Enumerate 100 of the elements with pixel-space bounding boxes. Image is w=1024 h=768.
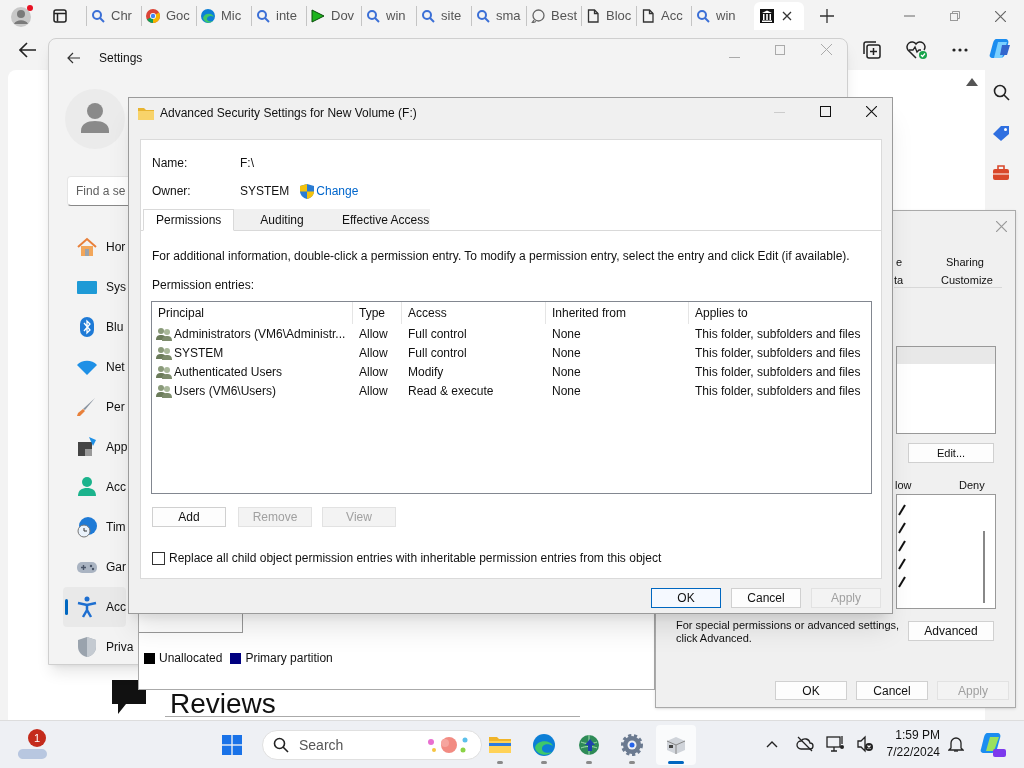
table-cell-text: Modify [407, 363, 445, 381]
browser-tab[interactable]: inte [251, 6, 306, 26]
table-cell-text: Full control [407, 325, 468, 343]
action-button[interactable]: Add [152, 507, 226, 527]
search-icon[interactable] [993, 84, 1010, 101]
shield-icon [76, 636, 98, 658]
search-icon [476, 9, 490, 23]
field-label: Owner: [152, 183, 192, 200]
table-cell-text: Allow [358, 325, 389, 343]
nav-item[interactable]: Sys [63, 267, 126, 307]
table-cell-text: Allow [358, 382, 389, 400]
network-icon[interactable] [826, 735, 846, 753]
browser-tab[interactable] [754, 2, 804, 30]
profile-icon[interactable] [10, 4, 34, 28]
nav-item[interactable]: Priva [63, 627, 134, 667]
bell-icon[interactable] [948, 735, 964, 753]
table-cell-text: This folder, subfolders and files [694, 363, 862, 381]
legend-label: Unallocated [159, 650, 223, 667]
collections-icon[interactable] [862, 40, 882, 60]
column-header[interactable]: Inherited from [546, 302, 689, 324]
table-cell-text: Administrators (VM6\Administr... [174, 325, 346, 343]
restore-icon[interactable] [950, 11, 960, 21]
nav-item[interactable]: Per [63, 387, 125, 427]
avatar-icon[interactable] [65, 89, 125, 149]
play-icon [311, 9, 325, 23]
clock[interactable]: 1:59 PM 7/22/2024 [870, 727, 940, 761]
close-icon[interactable] [782, 11, 792, 21]
section-label: Permission entries: [152, 277, 256, 294]
tag-icon[interactable] [992, 125, 1010, 141]
dialog-tab[interactable]: Effective Access [330, 209, 430, 230]
new-tab-icon[interactable] [820, 9, 834, 23]
users-icon [156, 326, 172, 341]
nav-item[interactable]: Acc [63, 467, 126, 507]
more-icon[interactable] [952, 48, 968, 52]
checkbox-label: Replace all child object permission entries with inheritable permission entries from this object [169, 550, 662, 567]
chevron-up-icon[interactable] [766, 741, 778, 748]
back-icon[interactable] [19, 42, 37, 58]
info-text: For additional information, double-click a permission entry. To modify a permission entry, select the entry and click Edit (if available). [152, 248, 851, 265]
back-icon[interactable] [67, 52, 81, 64]
column-header[interactable]: Access [402, 302, 546, 324]
heart-pulse-icon[interactable] [906, 40, 928, 60]
window-title: Advanced Security Settings for New Volume (F:) [160, 105, 417, 122]
globe-icon [577, 733, 601, 757]
dialog-tab[interactable]: Permissions [143, 209, 234, 231]
browser-tab[interactable]: sma [471, 6, 526, 26]
browser-tab[interactable]: Acc [636, 6, 691, 26]
change-link[interactable]: Change [316, 182, 359, 200]
dialog-tab[interactable]: e [896, 254, 903, 271]
close-icon[interactable] [866, 106, 877, 117]
table-cell-text: None [551, 344, 582, 362]
taskbar-app[interactable] [656, 725, 696, 765]
browser-tab[interactable]: Mic [196, 6, 251, 26]
nav-item[interactable]: Tim [63, 507, 126, 547]
dialog-tab[interactable]: Customize [941, 272, 993, 289]
cloud-off-icon[interactable] [796, 735, 814, 753]
document-icon [641, 9, 655, 23]
browser-tab[interactable]: site [416, 6, 471, 26]
dialog-button[interactable]: OK [651, 588, 721, 608]
browser-tab[interactable]: Chr [86, 6, 141, 26]
toolbox-icon[interactable] [992, 165, 1010, 181]
chrome-icon [146, 9, 160, 23]
table-cell-text: This folder, subfolders and files [694, 344, 862, 362]
nav-item[interactable]: Gar [63, 547, 126, 587]
dialog-tab[interactable]: ta [894, 272, 904, 289]
table-cell-text: Allow [358, 363, 389, 381]
column-header[interactable]: Applies to [689, 302, 871, 324]
maximize-icon[interactable] [820, 106, 831, 117]
copilot-icon[interactable] [979, 731, 1007, 759]
dialog-tab[interactable]: Sharing [946, 254, 984, 271]
dialog-button[interactable]: OK [775, 681, 847, 700]
scroll-up-icon[interactable] [966, 78, 978, 86]
browser-tab[interactable]: Bloc [581, 6, 636, 26]
speaker-muted-icon[interactable] [856, 735, 874, 753]
nav-item[interactable]: Acc [63, 587, 126, 627]
dialog-tab[interactable]: Auditing [234, 209, 330, 230]
search-icon [696, 9, 710, 23]
nav-item[interactable]: Net [63, 347, 125, 387]
nav-item[interactable]: Blu [63, 307, 124, 347]
nav-item[interactable]: App [63, 427, 128, 467]
dialog-button[interactable]: Cancel [856, 681, 928, 700]
search-field[interactable]: Search [262, 730, 482, 760]
nav-item[interactable]: Hor [63, 227, 126, 267]
table-cell-text: Read & execute [407, 382, 495, 400]
column-header[interactable]: Type [353, 302, 402, 324]
column-header[interactable]: Principal [152, 302, 353, 324]
checkbox[interactable] [152, 551, 165, 565]
advanced-button[interactable]: Advanced [908, 621, 994, 641]
dialog-button[interactable]: Cancel [731, 588, 801, 608]
browser-tab[interactable]: Best [526, 6, 581, 26]
browser-tab[interactable]: win [361, 6, 416, 26]
tab-actions-icon[interactable] [53, 9, 67, 23]
users-icon [156, 383, 172, 398]
users-icon [156, 345, 172, 360]
column-header: Deny [959, 478, 985, 493]
table-cell-text: None [551, 363, 582, 381]
edit-button[interactable]: Edit... [908, 443, 994, 463]
start-icon[interactable] [222, 735, 242, 755]
browser-tab[interactable]: win [691, 6, 746, 26]
browser-tab[interactable]: Goc [141, 6, 196, 26]
browser-tab[interactable]: Dov [306, 6, 361, 26]
